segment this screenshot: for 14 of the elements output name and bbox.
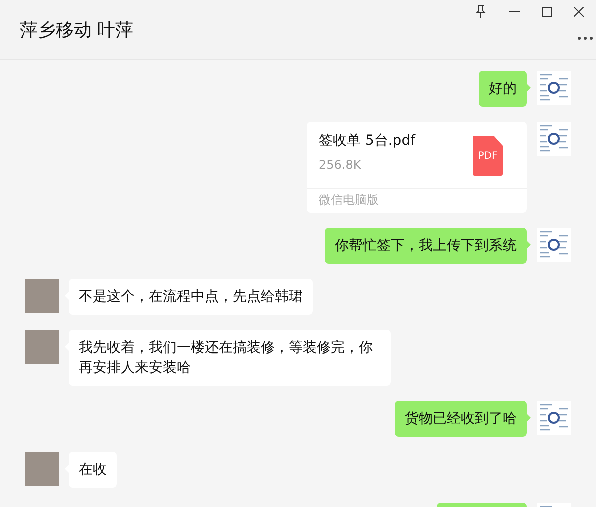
file-name: 签收单 5台.pdf <box>319 132 416 150</box>
avatar-image[interactable] <box>537 122 571 156</box>
maximize-icon[interactable] <box>542 6 552 16</box>
avatar-image[interactable] <box>537 401 571 435</box>
file-size: 256.8K <box>319 158 362 172</box>
file-source: 微信电脑版 <box>318 192 380 209</box>
pdf-file-icon: PDF <box>473 136 503 176</box>
more-icon[interactable] <box>578 37 593 40</box>
avatar-image[interactable] <box>537 71 571 105</box>
file-card[interactable]: 签收单 5台.pdf 256.8K PDF 微信电脑版 <box>307 122 527 213</box>
chat-title: 萍乡移动 叶萍 <box>20 18 134 42</box>
close-icon[interactable] <box>574 6 584 16</box>
pin-icon[interactable] <box>475 5 487 18</box>
avatar-image[interactable] <box>537 228 571 262</box>
